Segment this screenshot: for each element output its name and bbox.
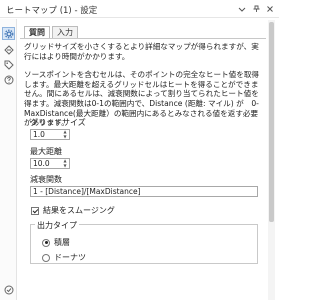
decay-function-value: 1 - [Distance]/[MaxDistance]	[33, 187, 141, 196]
donut-label: ドーナツ	[54, 253, 86, 262]
vertical-scrollbar[interactable]	[268, 20, 275, 300]
max-distance-stepper[interactable]: ▲ ▼	[62, 159, 68, 168]
check-circle-icon[interactable]	[2, 283, 15, 296]
smooth-results-label: 結果をスムージング	[43, 206, 115, 215]
input-icon[interactable]	[2, 43, 15, 56]
output-option-stacked[interactable]: 積層	[42, 237, 70, 248]
donut-radio[interactable]	[42, 253, 50, 262]
dropdown-icon[interactable]	[236, 3, 247, 14]
output-type-title: 出力タイプ	[35, 220, 79, 231]
grid-size-label: グリッドサイズ	[30, 118, 86, 127]
tab-divider	[20, 38, 266, 39]
left-toolbar	[0, 19, 17, 300]
window-title: ヒートマップ (1) - 設定	[6, 6, 98, 16]
pin-icon[interactable]	[250, 3, 261, 14]
grid-size-input[interactable]: 1.0 ▲ ▼	[30, 129, 70, 140]
smooth-results-option[interactable]: 結果をスムージング	[31, 205, 115, 216]
tab-bar: 質問 入力	[24, 26, 80, 39]
max-distance-label: 最大距離	[30, 147, 62, 156]
description-grid-note: グリッドサイズを小さくするとより詳細なマップが得られますが、実行にはより時間がか…	[24, 42, 259, 61]
stacked-radio[interactable]	[42, 238, 50, 247]
max-distance-value: 10.0	[33, 159, 50, 168]
chevron-down-icon[interactable]: ▼	[63, 164, 66, 168]
gear-icon[interactable]	[2, 27, 15, 40]
decay-function-label: 減衰関数	[30, 175, 62, 184]
stacked-label: 積層	[54, 238, 70, 247]
max-distance-input[interactable]: 10.0 ▲ ▼	[30, 158, 70, 169]
window-titlebar: ヒートマップ (1) - 設定	[0, 0, 279, 18]
tab-input[interactable]: 入力	[52, 26, 78, 38]
close-icon[interactable]	[264, 3, 275, 14]
tag-icon[interactable]	[2, 58, 15, 71]
grid-size-stepper[interactable]: ▲ ▼	[62, 130, 68, 139]
grid-size-value: 1.0	[33, 130, 45, 139]
smooth-results-checkbox[interactable]	[31, 206, 39, 215]
chevron-down-icon[interactable]: ▼	[63, 135, 66, 139]
scrollbar-thumb[interactable]	[269, 22, 274, 222]
titlebar-controls	[236, 3, 275, 14]
description: グリッドサイズを小さくするとより詳細なマップが得られますが、実行にはより時間がか…	[24, 42, 264, 128]
question-icon[interactable]	[2, 73, 15, 86]
output-option-donut[interactable]: ドーナツ	[42, 252, 86, 263]
decay-function-input[interactable]: 1 - [Distance]/[MaxDistance]	[30, 186, 258, 197]
